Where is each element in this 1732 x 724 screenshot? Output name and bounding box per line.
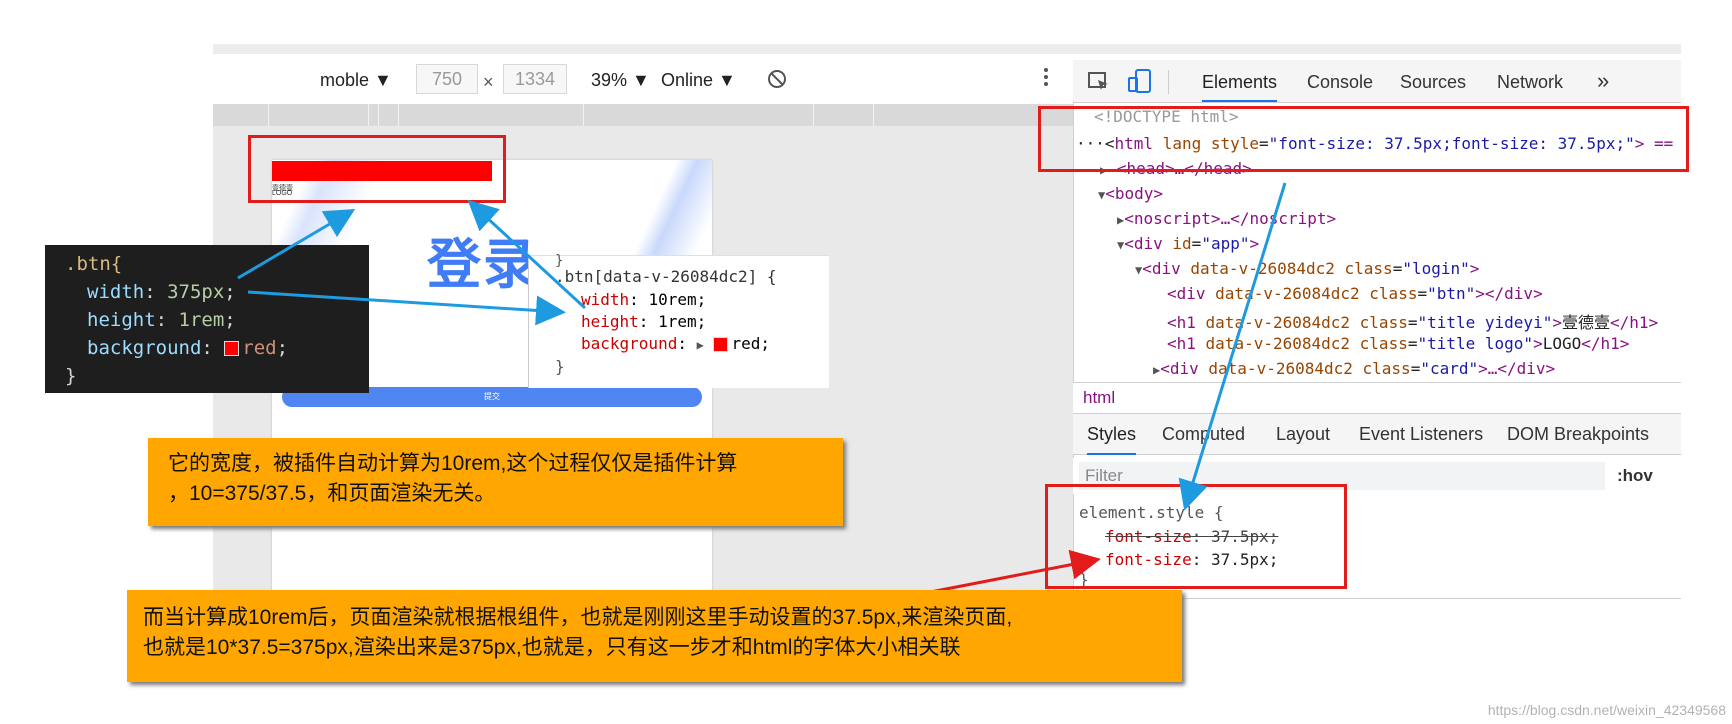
arrow-rule-to-redbar — [467, 199, 587, 310]
note1-line-1: 它的宽度，被插件自动计算为10rem,这个过程仅仅是插件计算 — [168, 452, 738, 475]
arrow-width-to-rule — [247, 290, 566, 326]
note2-line-1: 而当计算成10rem后，页面渲染就根据根组件，也就是刚刚这里手动设置的37.5p… — [143, 606, 1013, 629]
note-plugin-calculation: 它的宽度，被插件自动计算为10rem,这个过程仅仅是插件计算 ，10=375/3… — [148, 438, 843, 526]
note-page-rendering: 而当计算成10rem后，页面渲染就根据根组件，也就是刚刚这里手动设置的37.5p… — [127, 590, 1182, 682]
arrow-code-to-redbar — [237, 208, 356, 280]
arrow-html-to-element-style — [1178, 182, 1287, 511]
note2-line-2: 也就是10*37.5=375px,渲染出来是375px,也就是，只有这一步才和h… — [143, 636, 961, 659]
watermark: https://blog.csdn.net/weixin_42349568 — [1487, 702, 1726, 718]
note1-line-2: ，10=375/37.5，和页面渲染无关。 — [168, 482, 496, 505]
